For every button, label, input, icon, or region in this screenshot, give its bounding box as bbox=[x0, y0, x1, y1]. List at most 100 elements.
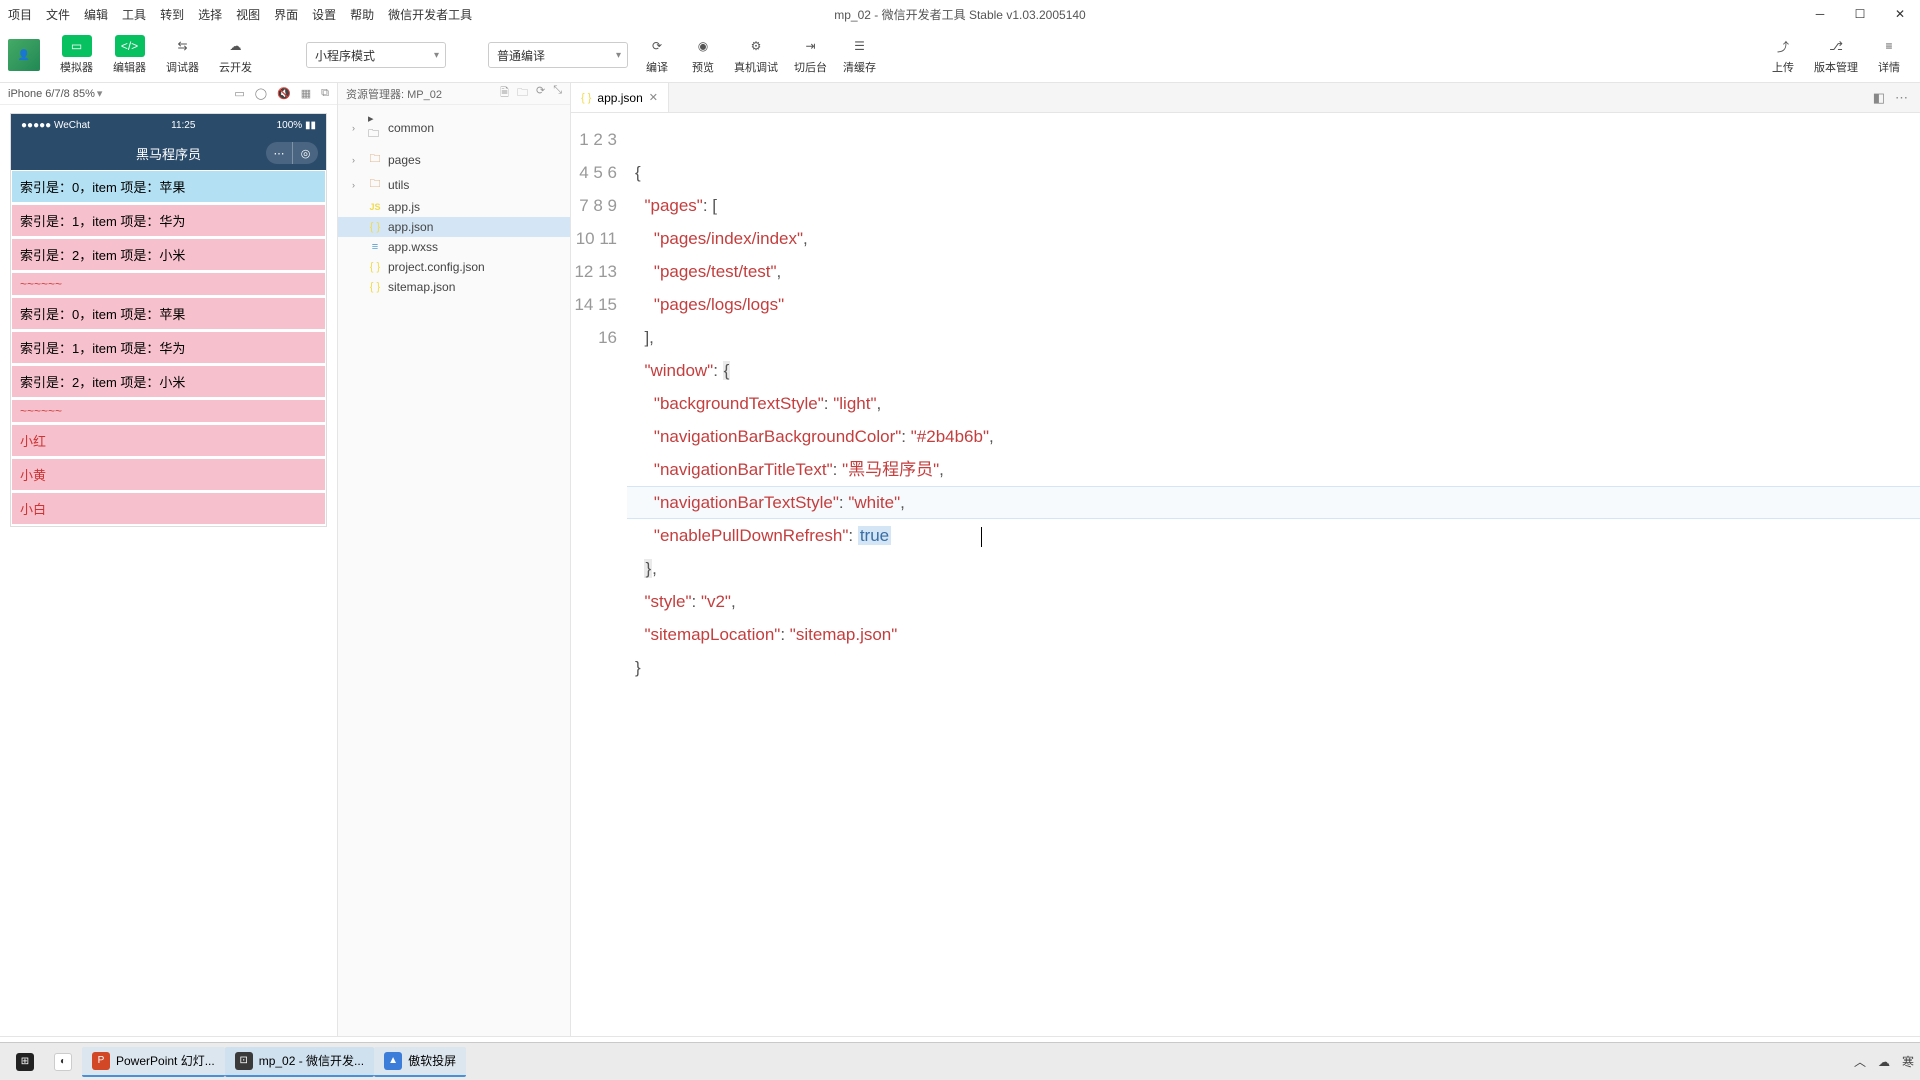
list-item: ~~~~~~ bbox=[11, 272, 326, 296]
tree-item-pages[interactable]: ›🗀pages bbox=[338, 147, 570, 172]
list-item: 索引是：1，item 项是：华为 bbox=[11, 331, 326, 364]
start-button[interactable]: ⊞ bbox=[6, 1047, 44, 1077]
list-item: 索引是：1，item 项是：华为 bbox=[11, 204, 326, 237]
tree-item-label: app.json bbox=[388, 220, 433, 234]
taskbar-wxdevtool[interactable]: ⊡mp_02 - 微信开发... bbox=[225, 1047, 374, 1077]
explorer-title: 资源管理器: MP_02 bbox=[346, 86, 442, 102]
menu-view[interactable]: 视图 bbox=[236, 6, 260, 23]
popout-icon[interactable]: ⧉ bbox=[321, 87, 329, 100]
menu-ui[interactable]: 界面 bbox=[274, 6, 298, 23]
tree-item-project-config-json[interactable]: { }project.config.json bbox=[338, 257, 570, 277]
taskbar-chrome[interactable]: ◐ bbox=[44, 1047, 82, 1077]
device-selector[interactable]: iPhone 6/7/8 85% bbox=[8, 88, 95, 100]
list-item: 小红 bbox=[11, 424, 326, 457]
clear-cache-button[interactable]: ☰清缓存 bbox=[835, 33, 884, 77]
tray-chevron-icon[interactable]: ︿ bbox=[1854, 1053, 1866, 1070]
simulator-pane: iPhone 6/7/8 85%▾ ▭ ◯ 🔇 ▦ ⧉ ●●●●● WeChat… bbox=[0, 83, 338, 1036]
ime-indicator[interactable]: 寒 bbox=[1902, 1053, 1914, 1070]
preview-button[interactable]: ◉预览 bbox=[680, 33, 726, 77]
avatar[interactable]: 👤 bbox=[8, 39, 40, 71]
refresh-icon[interactable]: ⟳ bbox=[536, 84, 545, 103]
tree-item-app-js[interactable]: JSapp.js bbox=[338, 197, 570, 217]
list-item: ~~~~~~ bbox=[11, 399, 326, 423]
upload-button[interactable]: ⤴上传 bbox=[1760, 33, 1806, 77]
code-content[interactable]: { "pages": [ "pages/index/index", "pages… bbox=[631, 113, 1920, 1036]
list-item: 索引是：2，item 项是：小米 bbox=[11, 238, 326, 271]
split-editor-icon[interactable]: ◧ bbox=[1873, 90, 1885, 106]
titlebar: 项目 文件 编辑 工具 转到 选择 视图 界面 设置 帮助 微信开发者工具 mp… bbox=[0, 0, 1920, 28]
windows-taskbar: ⊞ ◐ PPowerPoint 幻灯... ⊡mp_02 - 微信开发... ▲… bbox=[0, 1042, 1920, 1080]
capsule-menu-icon[interactable]: ⋯ bbox=[266, 142, 292, 164]
tree-item-sitemap-json[interactable]: { }sitemap.json bbox=[338, 277, 570, 297]
detail-button[interactable]: ≡详情 bbox=[1866, 33, 1912, 77]
capsule-close-icon[interactable]: ◎ bbox=[292, 142, 318, 164]
simulator-toggle[interactable]: ▭模拟器 bbox=[52, 33, 101, 77]
tree-item-label: common bbox=[388, 121, 434, 135]
menu-tool[interactable]: 工具 bbox=[122, 6, 146, 23]
taskbar-apowermirror[interactable]: ▲傲软投屏 bbox=[374, 1047, 466, 1077]
record-icon[interactable]: ◯ bbox=[255, 87, 267, 100]
mute-icon[interactable]: 🔇 bbox=[277, 87, 291, 100]
background-button[interactable]: ⇥切后台 bbox=[786, 33, 835, 77]
window-title: mp_02 - 微信开发者工具 Stable v1.03.2005140 bbox=[834, 6, 1085, 23]
phone-body: 索引是：0，item 项是：苹果索引是：1，item 项是：华为索引是：2，it… bbox=[11, 170, 326, 525]
debugger-toggle[interactable]: ⇆调试器 bbox=[158, 33, 207, 77]
list-item: 索引是：2，item 项是：小米 bbox=[11, 365, 326, 398]
tree-item-label: pages bbox=[388, 153, 421, 167]
qr-icon[interactable]: ▦ bbox=[301, 87, 311, 100]
cloud-dev-button[interactable]: ☁云开发 bbox=[211, 33, 260, 77]
mode-select[interactable]: 小程序模式 bbox=[306, 42, 446, 68]
code-editor[interactable]: 1 2 3 4 5 6 7 8 9 10 11 12 13 14 15 16 {… bbox=[571, 113, 1920, 1036]
editor-pane: { } app.json ✕ ◧ ⋯ 1 2 3 4 5 6 7 8 9 10 … bbox=[571, 83, 1920, 1036]
compile-button[interactable]: ⟳编译 bbox=[634, 33, 680, 77]
new-folder-icon[interactable]: 🗀 bbox=[517, 84, 528, 103]
menu-select[interactable]: 选择 bbox=[198, 6, 222, 23]
minimize-button[interactable]: ─ bbox=[1800, 0, 1840, 28]
tab-app-json[interactable]: { } app.json ✕ bbox=[571, 83, 669, 112]
nav-title: 黑马程序员 bbox=[136, 144, 201, 163]
menu-goto[interactable]: 转到 bbox=[160, 6, 184, 23]
menu-wxdevtool[interactable]: 微信开发者工具 bbox=[388, 6, 472, 23]
menu-help[interactable]: 帮助 bbox=[350, 6, 374, 23]
tree-item-label: utils bbox=[388, 178, 409, 192]
editor-toggle[interactable]: </>编辑器 bbox=[105, 33, 154, 77]
line-gutter: 1 2 3 4 5 6 7 8 9 10 11 12 13 14 15 16 bbox=[571, 113, 631, 1036]
remote-debug-button[interactable]: ⚙真机调试 bbox=[726, 33, 786, 77]
rotate-icon[interactable]: ▭ bbox=[234, 87, 244, 100]
toolbar: 👤 ▭模拟器 </>编辑器 ⇆调试器 ☁云开发 小程序模式 普通编译 ⟳编译 ◉… bbox=[0, 28, 1920, 83]
tray-onedrive-icon[interactable]: ☁ bbox=[1878, 1055, 1890, 1069]
more-actions-icon[interactable]: ⋯ bbox=[1895, 90, 1908, 106]
text-cursor bbox=[981, 527, 982, 547]
menu-project[interactable]: 项目 bbox=[8, 6, 32, 23]
file-explorer: 资源管理器: MP_02 🗎 🗀 ⟳ ⤡ ›▸🗀common›🗀pages›🗀u… bbox=[338, 83, 571, 1036]
tree-item-utils[interactable]: ›🗀utils bbox=[338, 172, 570, 197]
json-icon: { } bbox=[581, 92, 591, 104]
new-file-icon[interactable]: 🗎 bbox=[500, 84, 509, 103]
menu-file[interactable]: 文件 bbox=[46, 6, 70, 23]
tab-label: app.json bbox=[597, 91, 642, 105]
menubar: 项目 文件 编辑 工具 转到 选择 视图 界面 设置 帮助 微信开发者工具 bbox=[8, 6, 472, 23]
taskbar-powerpoint[interactable]: PPowerPoint 幻灯... bbox=[82, 1047, 225, 1077]
phone-simulator: ●●●●● WeChat 11:25 100% ▮▮ 黑马程序员 ⋯ ◎ 索引是… bbox=[10, 113, 327, 527]
file-tree: ›▸🗀common›🗀pages›🗀utilsJSapp.js{ }app.js… bbox=[338, 105, 570, 301]
collapse-icon[interactable]: ⤡ bbox=[553, 84, 562, 103]
list-item: 小黄 bbox=[11, 458, 326, 491]
menu-settings[interactable]: 设置 bbox=[312, 6, 336, 23]
tree-item-label: app.js bbox=[388, 200, 420, 214]
compile-mode-select[interactable]: 普通编译 bbox=[488, 42, 628, 68]
tree-item-app-wxss[interactable]: ≡app.wxss bbox=[338, 237, 570, 257]
phone-status-bar: ●●●●● WeChat 11:25 100% ▮▮ bbox=[11, 114, 326, 136]
tab-close-icon[interactable]: ✕ bbox=[649, 91, 658, 104]
menu-edit[interactable]: 编辑 bbox=[84, 6, 108, 23]
maximize-button[interactable]: ☐ bbox=[1840, 0, 1880, 28]
phone-nav-bar: 黑马程序员 ⋯ ◎ bbox=[11, 136, 326, 170]
list-item: 索引是：0，item 项是：苹果 bbox=[11, 297, 326, 330]
list-item: 索引是：0，item 项是：苹果 bbox=[11, 170, 326, 203]
tree-item-label: app.wxss bbox=[388, 240, 438, 254]
tree-item-app-json[interactable]: { }app.json bbox=[338, 217, 570, 237]
tree-item-label: sitemap.json bbox=[388, 280, 455, 294]
tree-item-common[interactable]: ›▸🗀common bbox=[338, 109, 570, 147]
tree-item-label: project.config.json bbox=[388, 260, 485, 274]
version-button[interactable]: ⎇版本管理 bbox=[1806, 33, 1866, 77]
close-button[interactable]: ✕ bbox=[1880, 0, 1920, 28]
